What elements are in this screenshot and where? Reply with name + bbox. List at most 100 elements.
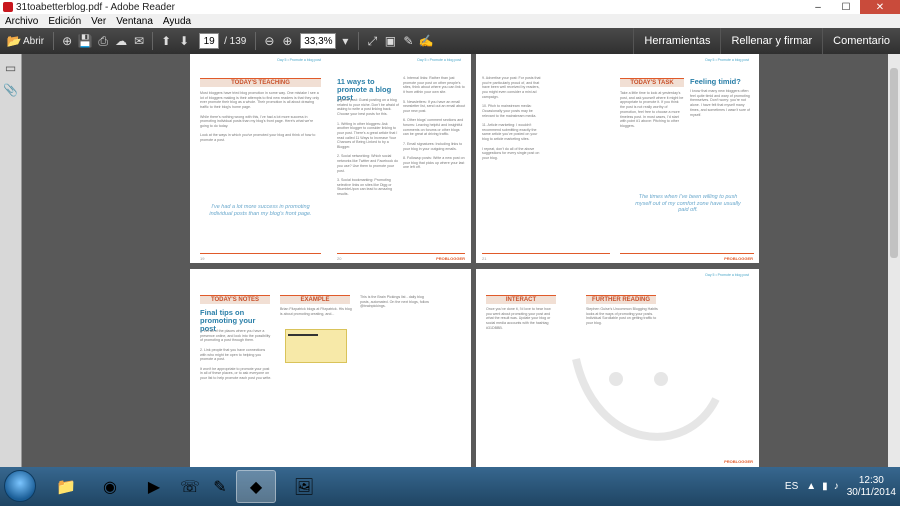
menu-bar: Archivo Edición Ver Ventana Ayuda (0, 14, 900, 28)
pages-thumbnail-icon[interactable]: ▭ (3, 60, 19, 76)
folder-open-icon: 📂 (6, 34, 22, 48)
page-header: Day 5 • Promote a blog post (417, 58, 461, 62)
sidebar-heading: Feeling timid? (690, 77, 741, 86)
taskbar: 📁 ◉ ▶ ☏ ✎ ◆ 🖼 ES ▲ ▮ ♪ 12:30 30/11/2014 (0, 467, 900, 506)
previous-page-icon[interactable]: ⬆ (157, 32, 175, 50)
example-text: Brian Fitzpatrick blogs at Fitzpatrick. … (280, 307, 352, 316)
system-tray: ES ▲ ▮ ♪ 12:30 30/11/2014 (785, 467, 896, 506)
page-total: / 139 (224, 35, 247, 47)
swirl-dot (654, 372, 668, 386)
create-pdf-icon[interactable]: ⊕ (58, 32, 76, 50)
tab-rellenar-y-firmar[interactable]: Rellenar y firmar (720, 28, 822, 54)
media-player-icon[interactable]: ▶ (134, 470, 174, 503)
annotate-icon[interactable]: ✎ (399, 32, 417, 50)
body-column-1: A guest post: Guest posting on a blog re… (337, 98, 399, 197)
adobe-reader-icon (3, 2, 13, 12)
network-icon[interactable]: ▮ (822, 481, 828, 492)
chrome-icon[interactable]: ◉ (90, 470, 130, 503)
close-button[interactable]: ✕ (860, 0, 900, 14)
interact-heading: INTERACT (486, 295, 556, 304)
pull-quote: I've had a lot more success in promoting… (209, 204, 312, 217)
zoom-out-icon[interactable]: ⊖ (260, 32, 278, 50)
fit-page-icon[interactable]: ⤢ (363, 32, 381, 50)
volume-icon[interactable]: ♪ (834, 481, 839, 492)
email-icon[interactable]: ✉ (130, 32, 148, 50)
body-column-1: 9. Advertise your post: For posts that y… (482, 76, 541, 160)
pdf-page-19: Day 5 • Promote a blog post TODAY'S TEAC… (190, 54, 331, 263)
toolbar: 📂 Abrir ⊕ 💾 ⎙ ☁ ✉ ⬆ ⬇ 19 / 139 ⊖ ⊕ 33,3%… (0, 28, 900, 54)
menu-edicion[interactable]: Edición (48, 16, 81, 27)
document-viewer[interactable]: Day 5 • Promote a blog post TODAY'S TEAC… (22, 54, 900, 467)
scrollbar-thumb[interactable] (890, 68, 898, 258)
maximize-button[interactable]: ☐ (832, 0, 860, 14)
pdf-page-21: 9. Advertise your post: For posts that y… (476, 54, 616, 263)
task-text: Take a little time to look at yesterday'… (620, 91, 684, 128)
start-button[interactable] (4, 470, 36, 502)
open-button[interactable]: 📂 Abrir (0, 30, 49, 52)
further-reading-heading: FURTHER READING (586, 295, 656, 304)
example-text-2: This is the Brain Pickings list - daily … (360, 295, 429, 309)
menu-ventana[interactable]: Ventana (116, 16, 153, 27)
clock-date: 30/11/2014 (846, 486, 896, 498)
right-panel-tabs: Herramientas Rellenar y firmar Comentari… (633, 28, 900, 54)
decorative-swirl-graphic (572, 358, 720, 441)
tab-herramientas[interactable]: Herramientas (633, 28, 720, 54)
section-heading: TODAY'S TASK (620, 78, 684, 87)
explorer-icon[interactable]: 📁 (46, 470, 86, 503)
pdf-page-20: Day 5 • Promote a blog post 11 ways to p… (331, 54, 471, 263)
problogger-logo: PROBLOGGER (724, 459, 753, 464)
tray-arrow-icon[interactable]: ▲ (806, 481, 816, 492)
toolbar-separator (255, 32, 257, 50)
navigation-panel: ▭ 📎 (0, 54, 22, 467)
pdf-page-22: TODAY'S NOTES Final tips on promoting yo… (190, 269, 471, 467)
page-header: Day 5 • Promote a blog post (705, 58, 749, 62)
menu-ver[interactable]: Ver (91, 16, 106, 27)
attachment-icon[interactable]: 📎 (3, 82, 19, 98)
page-number: 19 (200, 256, 205, 261)
pull-quote: The times when I've been willing to push… (635, 194, 741, 214)
zoom-input[interactable]: 33,3% (300, 33, 337, 49)
print-icon[interactable]: ⎙ (94, 32, 112, 50)
pictures-icon[interactable]: 🖼 (284, 470, 324, 503)
chevron-down-icon[interactable]: ▾ (336, 32, 354, 50)
further-reading-text: Stephen Guise's Uncommon Blogging Habits… (586, 307, 658, 326)
paint-icon[interactable]: ✎ (200, 470, 240, 503)
footer-rule (337, 253, 465, 254)
example-screenshot-image (285, 329, 347, 363)
problogger-logo: PROBLOGGER (436, 256, 465, 261)
page-header: Day 5 • Promote a blog post (705, 273, 749, 277)
toolbar-separator (358, 32, 360, 50)
pdf-page-23: Day 5 • Promote a blog post INTERACT Onc… (476, 269, 759, 467)
next-page-icon[interactable]: ⬇ (175, 32, 193, 50)
page-number: 21 (482, 256, 487, 261)
language-indicator[interactable]: ES (785, 481, 798, 492)
minimize-button[interactable]: – (804, 0, 832, 14)
footer-rule (200, 253, 321, 254)
title-bar: 31toabetterblog.pdf - Adobe Reader – ☐ ✕ (0, 0, 900, 14)
body-column-2: 4. Internal links: Rather than just prom… (403, 76, 466, 170)
page-number-input[interactable]: 19 (199, 33, 220, 49)
footer-rule (482, 253, 610, 254)
cloud-icon[interactable]: ☁ (112, 32, 130, 50)
read-mode-icon[interactable]: ▣ (381, 32, 399, 50)
footer-rule (620, 253, 754, 254)
adobe-reader-taskbar-icon[interactable]: ◆ (236, 470, 276, 503)
sidebar-text: I know that many new bloggers often feel… (690, 89, 751, 117)
pdf-page-21-right: Day 5 • Promote a blog post TODAY'S TASK… (616, 54, 759, 263)
example-caption (280, 367, 352, 427)
sign-icon[interactable]: ✍ (417, 32, 435, 50)
zoom-in-icon[interactable]: ⊕ (278, 32, 296, 50)
section-heading: TODAY'S NOTES (200, 295, 270, 304)
body-text: Most bloggers have tried blog promotion … (200, 91, 320, 143)
save-icon[interactable]: 💾 (76, 32, 94, 50)
clock[interactable]: 12:30 30/11/2014 (847, 475, 896, 499)
clock-time: 12:30 (858, 474, 884, 486)
tab-comentario[interactable]: Comentario (822, 28, 900, 54)
menu-ayuda[interactable]: Ayuda (163, 16, 191, 27)
page-number: 20 (337, 256, 342, 261)
vertical-scrollbar[interactable] (888, 54, 900, 467)
swirl-path (572, 358, 720, 441)
interact-text: Once you've done it, I'd love to hear ho… (486, 307, 551, 330)
window-title: 31toabetterblog.pdf - Adobe Reader (16, 1, 176, 13)
menu-archivo[interactable]: Archivo (5, 16, 38, 27)
